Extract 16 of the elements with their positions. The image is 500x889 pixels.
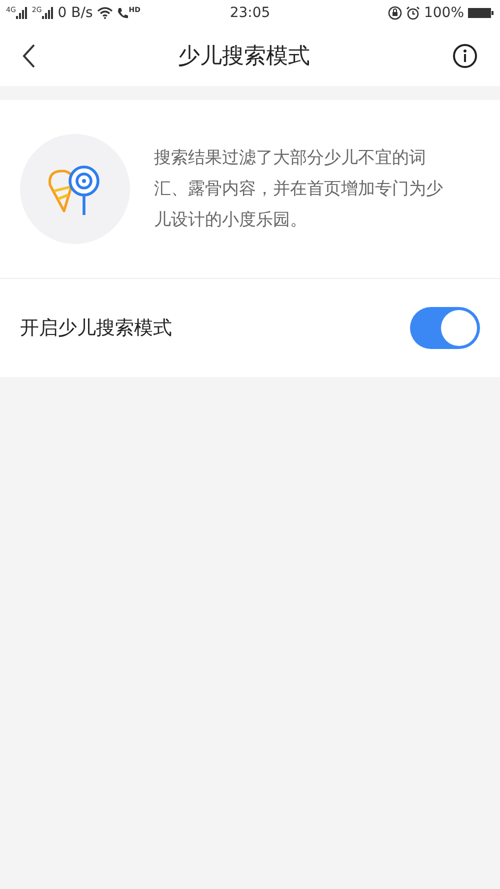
signal-icon [42,7,54,19]
battery-percent: 100% [424,5,464,21]
signal-icon [16,7,28,19]
setting-label: 开启少儿搜索模式 [20,316,172,341]
info-icon[interactable] [452,43,478,69]
clock-time: 23:05 [228,5,272,21]
description-text: 搜索结果过滤了大部分少儿不宜的词汇、露骨内容，并在首页增加专门为少儿设计的小度乐园。 [154,146,444,232]
toggle-switch[interactable] [410,307,480,349]
battery-icon [468,7,494,19]
network-speed: 0 B/s [58,5,93,21]
rotation-lock-icon [388,6,402,20]
page-title: 少儿搜索模式 [178,43,310,71]
phone-icon [116,7,128,19]
back-icon[interactable] [22,44,36,68]
alarm-icon [406,6,420,20]
wifi-icon [96,7,113,19]
